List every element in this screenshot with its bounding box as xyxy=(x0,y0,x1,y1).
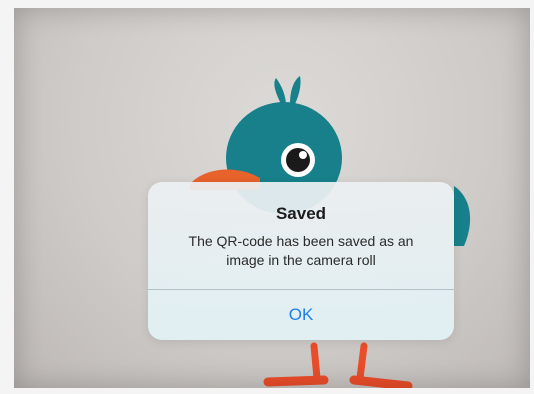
alert-message: The QR-code has been saved as an image i… xyxy=(188,233,414,268)
saved-alert-dialog: Saved The QR-code has been saved as an i… xyxy=(148,182,454,340)
ok-button[interactable]: OK xyxy=(148,290,454,340)
alert-body: Saved The QR-code has been saved as an i… xyxy=(148,182,454,290)
alert-title: Saved xyxy=(275,204,327,223)
